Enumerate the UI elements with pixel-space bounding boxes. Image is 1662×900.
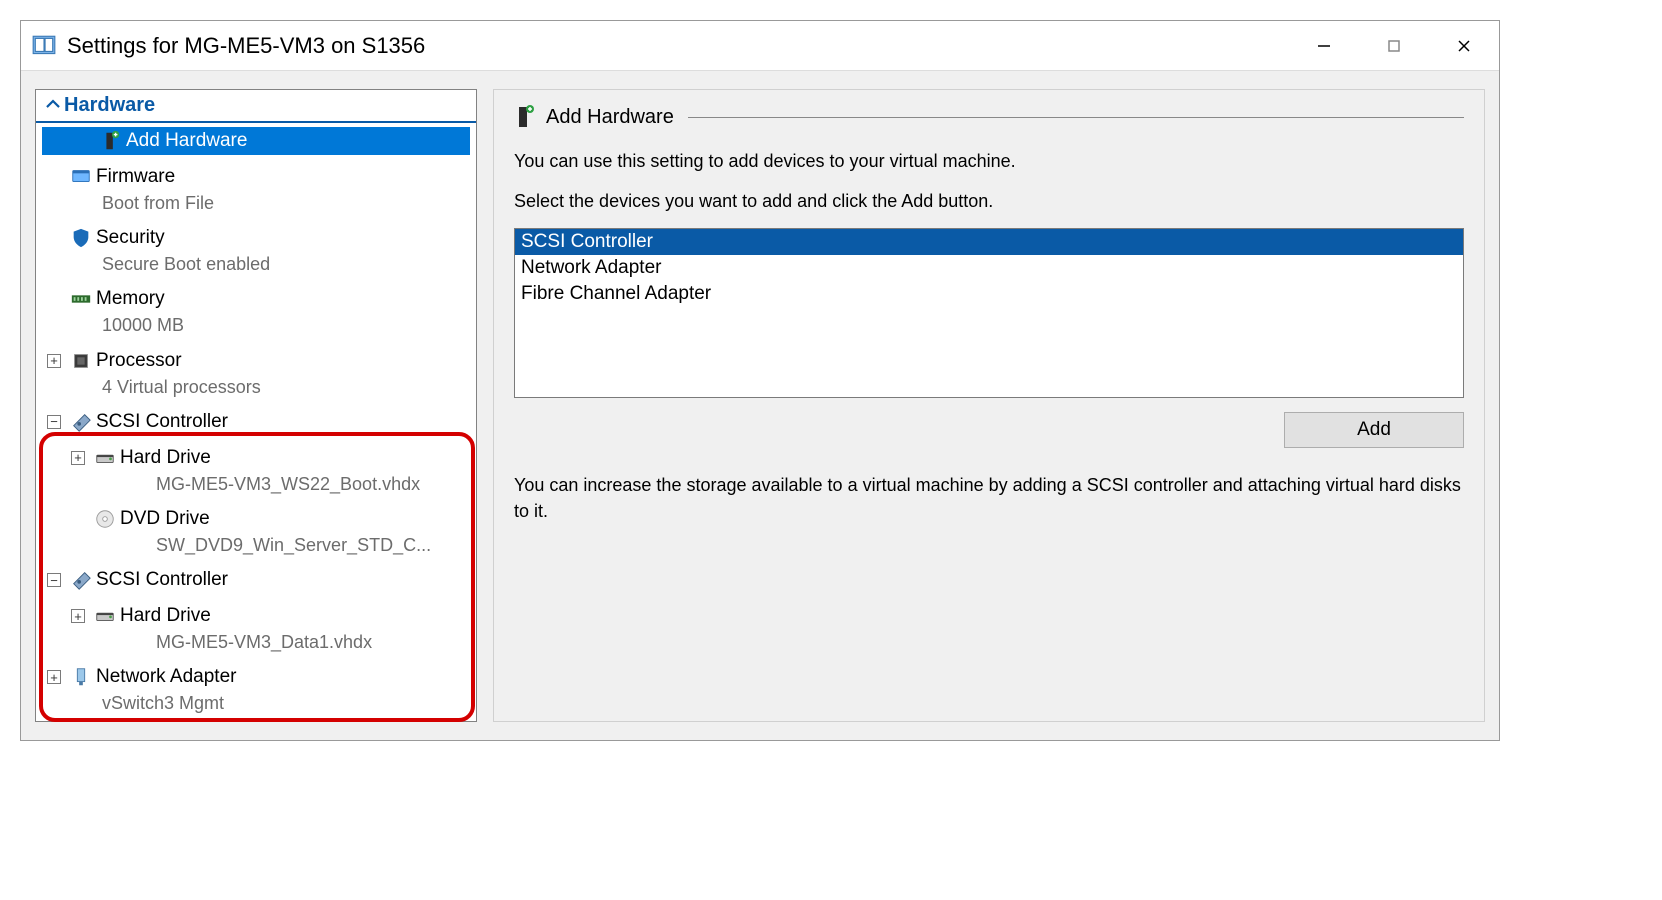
sidebar-item-label: Memory xyxy=(96,288,165,310)
sidebar-item-label: Security xyxy=(96,227,165,249)
header-rule xyxy=(688,117,1464,118)
collapse-icon xyxy=(42,97,64,115)
tree-expander[interactable]: − xyxy=(42,415,66,429)
panel-description-1: You can use this setting to add devices … xyxy=(514,148,1464,174)
sidebar-item-dvd-drive[interactable]: DVD Drive SW_DVD9_Win_Server_STD_C... xyxy=(36,501,476,562)
sidebar-item-label: Hard Drive xyxy=(120,447,211,469)
device-option-fibre-channel-adapter[interactable]: Fibre Channel Adapter xyxy=(515,281,1463,307)
sidebar-item-label: Hard Drive xyxy=(120,605,211,627)
sidebar-item-label: Firmware xyxy=(96,166,175,188)
sidebar-item-sub: SW_DVD9_Win_Server_STD_C... xyxy=(66,533,470,558)
sidebar-item-sub: 10000 MB xyxy=(42,313,470,338)
sidebar-item-security[interactable]: Security Secure Boot enabled xyxy=(36,220,476,281)
sidebar-item-sub: Secure Boot enabled xyxy=(42,252,470,277)
hard-drive-icon xyxy=(90,447,120,469)
add-hardware-icon xyxy=(96,130,126,152)
close-button[interactable] xyxy=(1429,22,1499,70)
sidebar-item-hard-drive-1[interactable]: + Hard Drive MG-ME5-VM3_WS22_Boot.vhdx xyxy=(36,440,476,501)
tree-expander[interactable]: − xyxy=(42,573,66,587)
sidebar-item-sub: Boot from File xyxy=(42,191,470,216)
sidebar-item-label: DVD Drive xyxy=(120,508,210,530)
memory-icon xyxy=(66,288,96,310)
firmware-icon xyxy=(66,166,96,188)
sidebar-item-label: SCSI Controller xyxy=(96,411,228,433)
app-icon xyxy=(31,33,57,59)
network-adapter-icon xyxy=(66,666,96,688)
sidebar-item-label: Processor xyxy=(96,350,182,372)
panel-description-3: You can increase the storage available t… xyxy=(514,472,1464,524)
scsi-controller-icon xyxy=(66,569,96,591)
tree-expander[interactable]: + xyxy=(66,451,90,465)
sidebar-section-label: Hardware xyxy=(64,94,155,117)
add-hardware-panel: Add Hardware You can use this setting to… xyxy=(493,89,1485,722)
sidebar-section-hardware[interactable]: Hardware xyxy=(36,90,476,123)
sidebar-item-label: Network Adapter xyxy=(96,666,236,688)
titlebar: Settings for MG-ME5-VM3 on S1356 xyxy=(21,21,1499,71)
sidebar-item-memory[interactable]: Memory 10000 MB xyxy=(36,281,476,342)
device-listbox[interactable]: SCSI Controller Network Adapter Fibre Ch… xyxy=(514,228,1464,398)
tree-expander[interactable]: + xyxy=(42,354,66,368)
sidebar-item-scsi-controller-2[interactable]: − SCSI Controller xyxy=(36,562,476,598)
sidebar-item-sub: 4 Virtual processors xyxy=(42,375,470,400)
maximize-button[interactable] xyxy=(1359,22,1429,70)
sidebar-item-processor[interactable]: + Processor 4 Virtual processors xyxy=(36,343,476,404)
panel-header: Add Hardware xyxy=(514,104,1464,130)
settings-window: Settings for MG-ME5-VM3 on S1356 Hardwar… xyxy=(20,20,1500,741)
window-body: Hardware Add Hardware xyxy=(21,71,1499,740)
sidebar-item-label: SCSI Controller xyxy=(96,569,228,591)
sidebar-item-sub: vSwitch3 Mgmt xyxy=(42,691,470,716)
minimize-button[interactable] xyxy=(1289,22,1359,70)
dvd-icon xyxy=(90,508,120,530)
window-title: Settings for MG-ME5-VM3 on S1356 xyxy=(67,33,1289,59)
processor-icon xyxy=(66,350,96,372)
sidebar-item-hard-drive-2[interactable]: + Hard Drive MG-ME5-VM3_Data1.vhdx xyxy=(36,598,476,659)
sidebar-item-add-hardware[interactable]: Add Hardware xyxy=(36,123,476,159)
sidebar-item-sub: MG-ME5-VM3_WS22_Boot.vhdx xyxy=(66,472,470,497)
device-option-network-adapter[interactable]: Network Adapter xyxy=(515,255,1463,281)
panel-description-2: Select the devices you want to add and c… xyxy=(514,188,1464,214)
panel-title: Add Hardware xyxy=(546,106,674,129)
hardware-sidebar: Hardware Add Hardware xyxy=(35,89,477,722)
sidebar-item-network-adapter[interactable]: + Network Adapter vSwitch3 Mgmt xyxy=(36,659,476,720)
shield-icon xyxy=(66,227,96,249)
add-button[interactable]: Add xyxy=(1284,412,1464,448)
tree-expander[interactable]: + xyxy=(42,670,66,684)
sidebar-item-firmware[interactable]: Firmware Boot from File xyxy=(36,159,476,220)
scsi-controller-icon xyxy=(66,411,96,433)
hard-drive-icon xyxy=(90,605,120,627)
tree-expander[interactable]: + xyxy=(66,609,90,623)
sidebar-item-sub: MG-ME5-VM3_Data1.vhdx xyxy=(66,630,470,655)
button-row: Add xyxy=(514,412,1464,448)
sidebar-item-scsi-controller-1[interactable]: − SCSI Controller xyxy=(36,404,476,440)
add-hardware-icon xyxy=(514,104,536,130)
sidebar-item-label: Add Hardware xyxy=(126,130,247,152)
device-option-scsi-controller[interactable]: SCSI Controller xyxy=(515,229,1463,255)
